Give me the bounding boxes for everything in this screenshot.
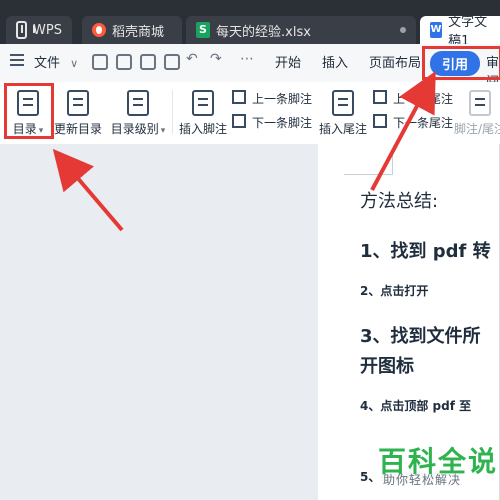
next-footnote-label: 下一条脚注 (252, 116, 313, 130)
export-icon[interactable] (116, 54, 132, 70)
print-icon[interactable] (140, 54, 156, 70)
tab-bar: WPS 稻壳商城 S 每天的经验.xlsx W 文字文稿1 (0, 0, 500, 49)
redo-icon[interactable]: ↷ (210, 51, 230, 67)
update-toc-label: 更新目录 (53, 122, 102, 136)
ribbon-toolbar: 目录 ▾ 更新目录 目录级别 ▾ 插入脚注 上一条脚注 下一条脚注 插入尾注 上一条… (0, 82, 500, 145)
document-icon: W (430, 22, 443, 38)
ribbon-divider (172, 90, 173, 134)
menu-bar: 文件 ∨ ↶ ↷ ⋯ 开始 插入 页面布局 引用 审阅 (0, 44, 500, 90)
hamburger-menu-icon[interactable] (10, 54, 26, 68)
next-footnote-icon (232, 114, 246, 128)
tab-wps[interactable]: WPS (6, 16, 72, 44)
next-endnote-icon (373, 114, 387, 128)
toc-level-button[interactable]: 目录级别 ▾ (108, 90, 168, 137)
save-icon[interactable] (92, 54, 108, 70)
insert-endnote-label: 插入尾注 (318, 122, 367, 136)
menu-start[interactable]: 开始 (275, 52, 301, 71)
next-endnote-button[interactable]: 下一条尾注 (373, 114, 453, 131)
doc-line: 2、点击打开 (360, 284, 429, 298)
tab-label: WPS (33, 22, 62, 38)
previous-footnote-icon (232, 90, 246, 104)
insert-endnote-button[interactable]: 插入尾注 (318, 90, 368, 137)
preview-icon[interactable] (164, 54, 180, 70)
tab-spreadsheet[interactable]: S 每天的经验.xlsx (186, 16, 416, 44)
menu-page-layout[interactable]: 页面布局 (369, 52, 421, 71)
file-menu-label: 文件 (34, 56, 61, 71)
previous-endnote-icon (373, 90, 387, 104)
more-icon[interactable]: ⋯ (240, 51, 260, 67)
previous-footnote-button[interactable]: 上一条脚注 (232, 90, 312, 107)
doc-line: 1、找到 pdf 转 (360, 241, 491, 262)
update-toc-button[interactable]: 更新目录 (53, 90, 103, 137)
page-corner-mark (344, 150, 393, 175)
refresh-toc-icon (67, 90, 89, 116)
doc-line: 3、找到文件所 (360, 326, 481, 347)
chevron-down-icon: ∨ (70, 57, 79, 70)
left-workspace (0, 144, 318, 500)
previous-endnote-button[interactable]: 上一条尾注 (373, 90, 453, 107)
doc-line: 方法总结: (360, 191, 439, 212)
highlight-box (422, 46, 500, 80)
highlight-box (4, 83, 54, 139)
menu-insert[interactable]: 插入 (322, 52, 348, 71)
previous-endnote-label: 上一条尾注 (393, 92, 454, 106)
doc-line: 开图标 (360, 356, 414, 377)
toc-level-label: 目录级别 (110, 122, 159, 136)
toc-level-icon (127, 90, 149, 116)
file-menu[interactable]: 文件 ∨ (34, 52, 78, 71)
caret-down-icon: ▾ (160, 126, 166, 136)
insert-footnote-label: 插入脚注 (178, 122, 227, 136)
footnote-endnote-label: 脚注/尾注 (453, 122, 500, 136)
unsaved-dot-icon (400, 27, 406, 33)
tab-mall[interactable]: 稻壳商城 (82, 16, 182, 44)
tab-label: 稻壳商城 (112, 24, 165, 40)
footnote-endnote-icon (469, 90, 491, 116)
doc-line: 4、点击顶部 pdf 至 (360, 399, 472, 413)
spreadsheet-icon: S (196, 22, 210, 38)
next-footnote-button[interactable]: 下一条脚注 (232, 114, 312, 131)
insert-footnote-button[interactable]: 插入脚注 (178, 90, 228, 137)
tab-label: 每天的经验.xlsx (216, 24, 311, 40)
watermark-subtitle: 助你轻松解决 (383, 473, 462, 487)
endnote-icon (332, 90, 354, 116)
previous-footnote-label: 上一条脚注 (252, 92, 313, 106)
mall-icon (92, 23, 106, 37)
tab-document[interactable]: W 文字文稿1 (420, 15, 500, 49)
next-endnote-label: 下一条尾注 (393, 116, 454, 130)
wps-icon (16, 21, 36, 39)
footnote-icon (192, 90, 214, 116)
footnote-endnote-button[interactable]: 脚注/尾注 (450, 90, 500, 137)
